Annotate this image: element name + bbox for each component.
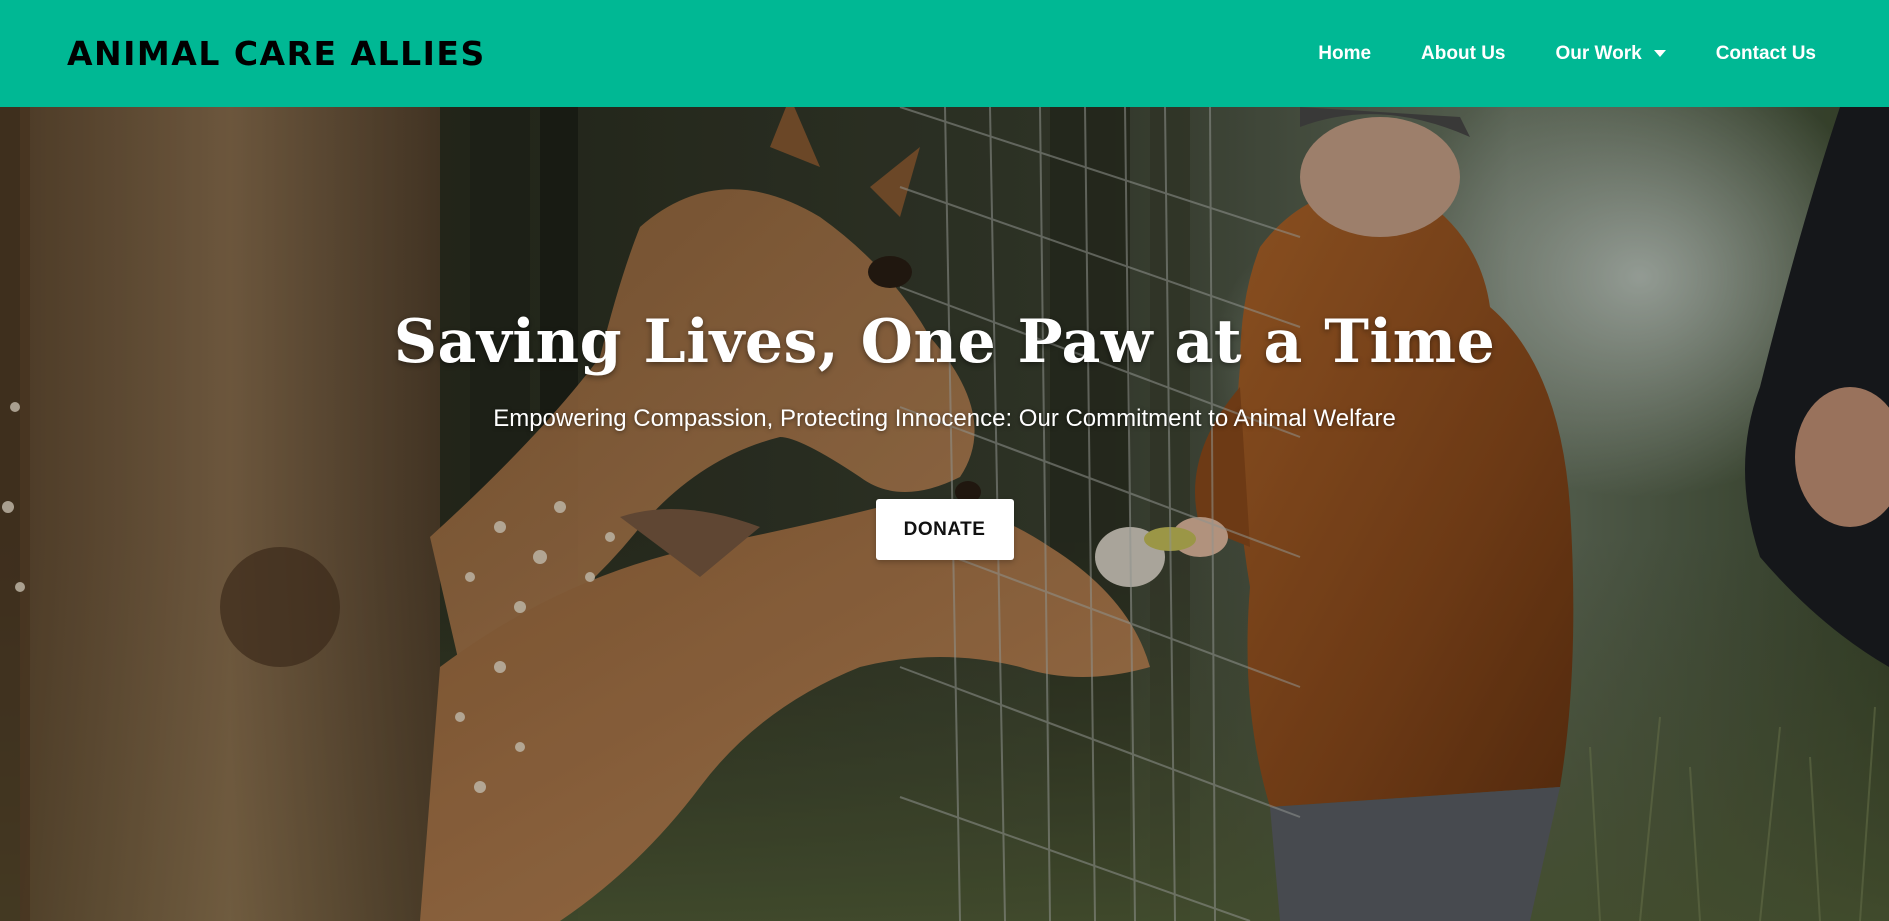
nav-item-about: About Us [1421, 43, 1505, 65]
nav-link-home[interactable]: Home [1318, 43, 1371, 65]
nav-link-contact-us[interactable]: Contact Us [1716, 43, 1816, 65]
nav-item-contact: Contact Us [1716, 43, 1816, 65]
nav-dropdown-our-work[interactable]: Our Work [1555, 42, 1666, 65]
nav-item-our-work: Our Work [1555, 42, 1666, 65]
nav-menu: Home About Us Our Work Contact Us [1318, 43, 1822, 65]
nav-link-our-work-label: Our Work [1555, 42, 1642, 64]
nav-link-about-us[interactable]: About Us [1421, 43, 1505, 65]
donate-button[interactable]: DONATE [875, 499, 1014, 560]
nav-item-home: Home [1318, 43, 1371, 65]
hero-section: Saving Lives, One Paw at a Time Empoweri… [0, 107, 1889, 921]
caret-down-icon [1653, 50, 1666, 57]
hero-content: Saving Lives, One Paw at a Time Empoweri… [0, 107, 1889, 921]
top-navbar: ANIMAL CARE ALLIES Home About Us Our Wor… [0, 0, 1889, 107]
hero-title: Saving Lives, One Paw at a Time [393, 307, 1496, 377]
hero-subtitle: Empowering Compassion, Protecting Innoce… [493, 405, 1396, 432]
brand-logo[interactable]: ANIMAL CARE ALLIES [67, 34, 486, 73]
